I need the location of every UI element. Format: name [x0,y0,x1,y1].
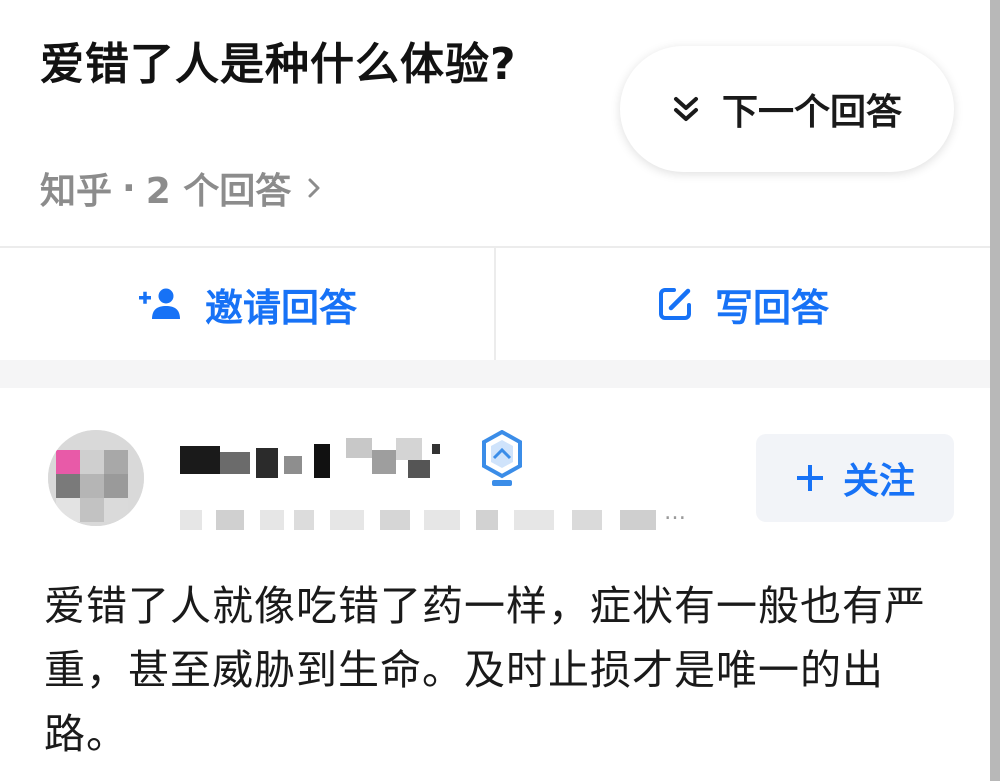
write-answer-label: 写回答 [714,285,829,330]
edit-icon [658,288,691,320]
screen-edge [990,0,1000,781]
source-label: 知乎 [40,171,113,212]
invite-answer-button[interactable]: 邀请回答 [0,248,494,360]
follow-label: 关注 [842,461,915,502]
follow-button[interactable]: 关注 [756,434,954,522]
answer-excerpt[interactable]: 爱错了人就像吃错了药一样，症状有一般也有严重，甚至威胁到生命。及时止损才是唯一的… [44,574,944,766]
author-name[interactable] [180,430,460,490]
next-answer-button[interactable]: 下一个回答 [620,46,954,172]
action-bar: 邀请回答 写回答 [0,248,990,360]
meta-separator: · [122,167,136,209]
question-meta-link[interactable]: 知乎 · 2 个回答 [40,162,321,214]
section-gap [0,360,990,388]
author-avatar[interactable] [48,430,144,526]
question-title[interactable]: 爱错了人是种什么体验? [40,28,517,92]
author-bio [180,506,670,536]
chevron-right-icon [308,178,320,198]
add-user-icon [138,288,180,319]
answer-count: 2 个回答 [145,171,292,212]
bio-ellipsis: … [664,500,688,525]
next-answer-label: 下一个回答 [721,92,902,133]
verified-badge-icon [482,430,522,486]
plus-icon [796,465,823,491]
double-chevron-down-icon [673,97,698,121]
invite-answer-label: 邀请回答 [204,285,357,330]
write-answer-button[interactable]: 写回答 [496,248,990,360]
